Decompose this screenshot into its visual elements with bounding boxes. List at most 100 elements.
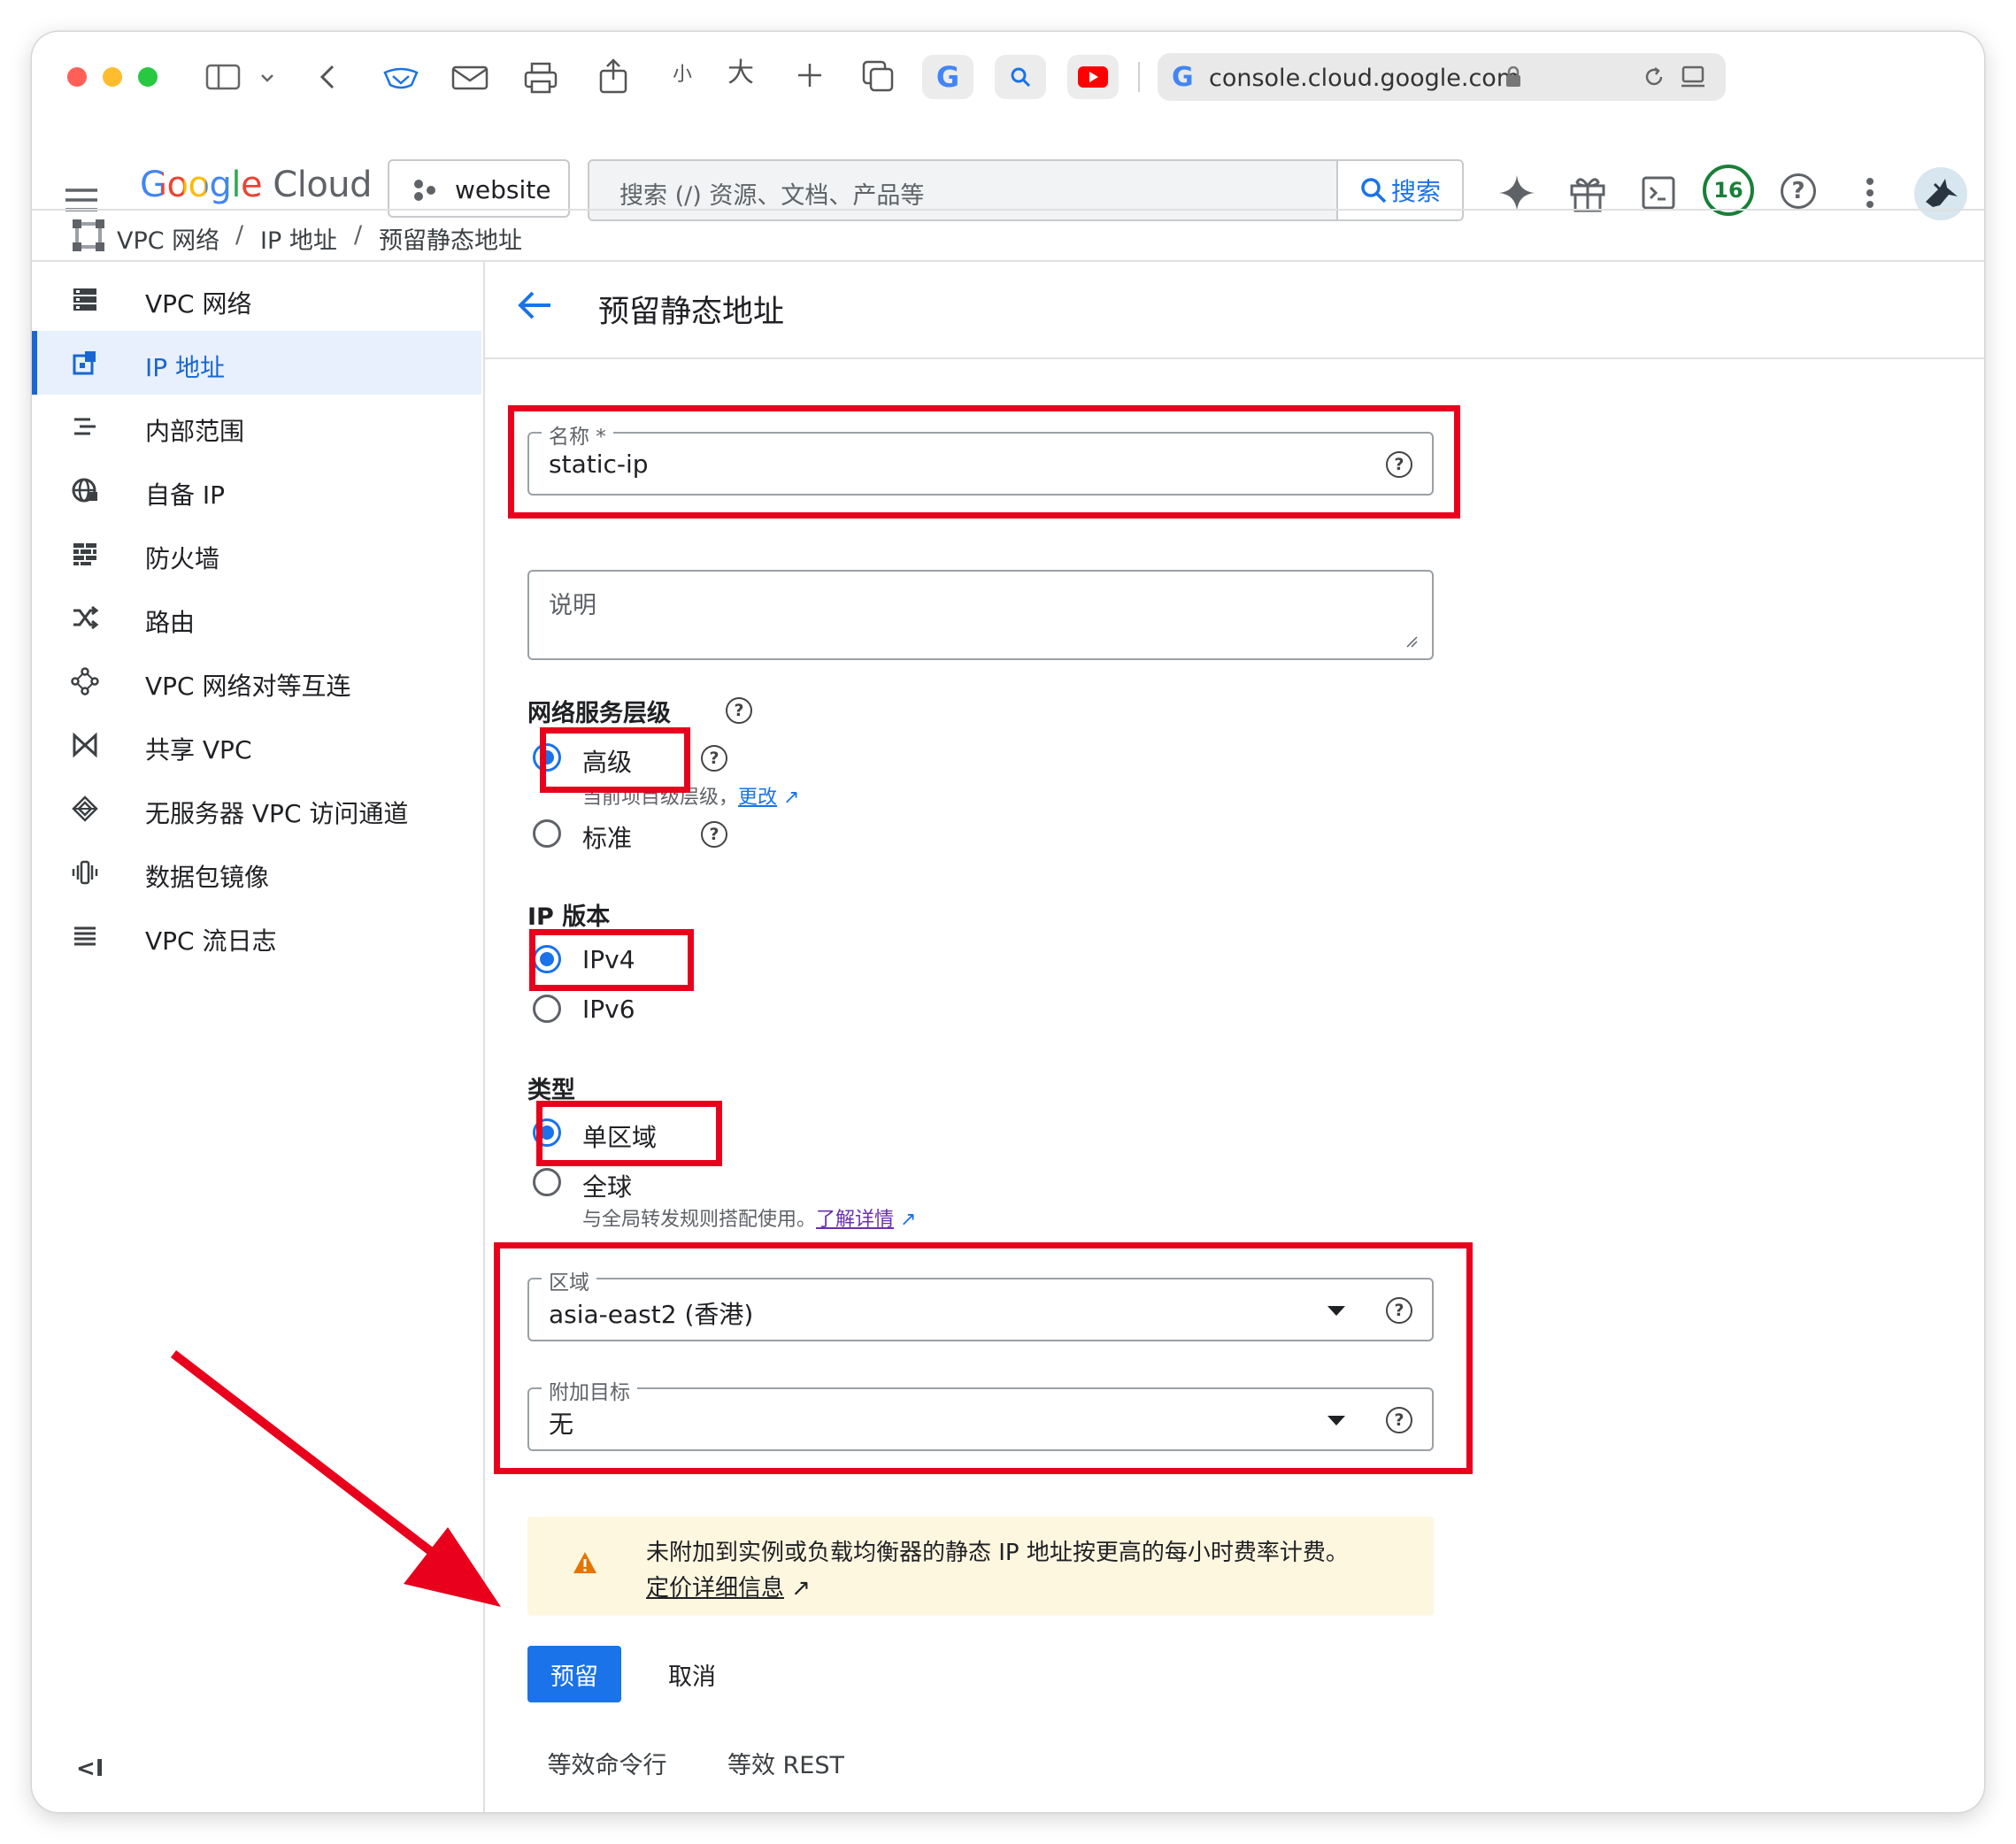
browser-toolbar: 小 大 G G console.cloud.google.com <box>32 32 1984 120</box>
google-g-icon: G <box>935 60 960 94</box>
vpc-product-icon <box>73 219 104 251</box>
youtube-tab-favicon[interactable] <box>1067 55 1119 99</box>
print-icon[interactable] <box>524 62 558 94</box>
standard-help-icon[interactable]: ? <box>701 821 727 848</box>
shield-icon[interactable] <box>382 65 419 90</box>
annotation-highlight-premium <box>540 727 690 793</box>
breadcrumb-separator: / <box>235 221 244 249</box>
breadcrumb-ip-address[interactable]: IP 地址 <box>260 221 337 256</box>
search-icon <box>1011 67 1031 88</box>
global-hint-text: 与全局转发规则搭配使用。 <box>582 1209 817 1231</box>
pricing-link-wrap: 定价详细信息 ↗ <box>646 1570 811 1602</box>
global-radio[interactable] <box>533 1168 561 1196</box>
sidebar-item-label: VPC 网络对等互连 <box>145 672 351 701</box>
sidebar-item-vpc-network[interactable]: VPC 网络 <box>32 267 481 331</box>
sidebar-item-byoip[interactable]: 自备 IP <box>32 458 481 522</box>
ip-version-title: IP 版本 <box>527 903 611 931</box>
change-tier-link[interactable]: 更改 <box>738 787 777 809</box>
collapse-sidebar-button[interactable]: <I <box>76 1756 104 1782</box>
resize-handle-icon[interactable] <box>1405 635 1418 648</box>
sidebar-item-routes[interactable]: 路由 <box>32 586 481 649</box>
page-header: 预留静态地址 <box>485 260 1984 359</box>
terminal-icon[interactable] <box>1641 175 1676 211</box>
description-placeholder: 说明 <box>549 592 596 619</box>
tab-overview-icon[interactable] <box>862 60 894 92</box>
minimize-window-button[interactable] <box>103 67 122 87</box>
premium-help-icon[interactable]: ? <box>701 745 727 772</box>
chevron-down-icon[interactable] <box>260 73 274 83</box>
reserve-button[interactable]: 预留 <box>527 1646 621 1702</box>
internal-ranges-icon <box>74 418 96 435</box>
breadcrumb-vpc[interactable]: VPC 网络 <box>117 221 219 256</box>
close-window-button[interactable] <box>67 67 87 87</box>
sidebar-item-label: 防火墙 <box>145 544 220 573</box>
sidebar-item-peering[interactable]: VPC 网络对等互连 <box>32 649 481 713</box>
back-icon[interactable] <box>319 64 336 90</box>
sidebar-item-label: VPC 网络 <box>145 289 252 319</box>
external-link-icon: ↗ <box>784 1575 812 1602</box>
tier-standard-label: 标准 <box>582 824 633 853</box>
browser-window: 小 大 G G console.cloud.google.com Google … <box>32 32 1984 1812</box>
globe-icon <box>72 478 97 503</box>
gemini-sparkle-icon[interactable] <box>1497 173 1536 212</box>
sidebar-item-ip-address[interactable]: IP 地址 <box>32 331 481 395</box>
firewall-icon <box>73 543 96 565</box>
packet-mirroring-icon <box>72 860 98 885</box>
google-wordmark: Google <box>140 165 263 205</box>
ipv6-radio[interactable] <box>533 995 561 1023</box>
tier-standard-radio[interactable] <box>533 819 561 848</box>
breadcrumb-separator: / <box>354 221 363 249</box>
sidebar-item-label: 内部范围 <box>145 417 245 446</box>
sidebar-toggle-icon[interactable] <box>205 64 241 90</box>
sidebar: VPC 网络 IP 地址 内部范围 自备 IP 防火墙 路由 VPC 网络对等互… <box>32 260 485 1812</box>
sidebar-item-shared-vpc[interactable]: 共享 VPC <box>32 713 481 777</box>
sidebar-item-firewall[interactable]: 防火墙 <box>32 522 481 586</box>
reload-icon[interactable] <box>1643 65 1666 88</box>
sidebar-item-flow-logs[interactable]: VPC 流日志 <box>32 904 481 968</box>
peering-icon <box>71 667 99 695</box>
youtube-icon <box>1078 66 1108 88</box>
equivalent-rest-button[interactable]: 等效 REST <box>706 1736 866 1789</box>
reader-icon[interactable] <box>1680 65 1706 90</box>
more-vert-icon[interactable] <box>1866 177 1874 209</box>
lock-icon <box>1506 66 1520 87</box>
mail-icon[interactable] <box>451 65 489 90</box>
share-icon[interactable] <box>598 58 628 94</box>
network-tier-title: 网络服务层级 <box>527 700 671 727</box>
help-icon[interactable]: ? <box>1781 173 1816 209</box>
sidebar-item-packet-mirroring[interactable]: 数据包镜像 <box>32 841 481 904</box>
cancel-button[interactable]: 取消 <box>644 1646 740 1702</box>
sidebar-item-label: 路由 <box>145 608 196 637</box>
search-button-label: 搜索 <box>1390 177 1441 206</box>
sidebar-item-label: IP 地址 <box>145 353 226 382</box>
pricing-details-link[interactable]: 定价详细信息 <box>646 1575 784 1602</box>
equivalent-command-line-button[interactable]: 等效命令行 <box>527 1736 687 1789</box>
sidebar-item-label: VPC 流日志 <box>145 926 277 956</box>
network-tier-help-icon[interactable]: ? <box>726 697 752 724</box>
project-icon <box>414 180 435 201</box>
address-bar[interactable]: G console.cloud.google.com <box>1158 53 1726 101</box>
shared-vpc-icon <box>73 732 97 758</box>
font-smaller-button[interactable]: 小 <box>673 65 692 85</box>
annotation-highlight-name <box>508 405 1460 519</box>
search-tab-favicon[interactable] <box>995 55 1046 99</box>
maximize-window-button[interactable] <box>138 67 158 87</box>
new-tab-icon[interactable] <box>796 62 823 88</box>
google-tab-favicon[interactable]: G <box>922 55 973 99</box>
sidebar-item-internal-ranges[interactable]: 内部范围 <box>32 395 481 458</box>
sidebar-item-serverless[interactable]: 无服务器 VPC 访问通道 <box>32 777 481 841</box>
font-larger-button[interactable]: 大 <box>727 60 754 87</box>
description-field[interactable]: 说明 <box>527 570 1434 660</box>
warning-text: 未附加到实例或负载均衡器的静态 IP 地址按更高的每小时费率计费。 <box>646 1540 1349 1566</box>
flow-logs-icon <box>74 926 96 946</box>
routes-icon <box>73 605 99 630</box>
gift-icon[interactable] <box>1568 173 1607 212</box>
warning-icon <box>573 1552 596 1573</box>
sidebar-item-label: 共享 VPC <box>145 735 252 764</box>
sidebar-item-label: 无服务器 VPC 访问通道 <box>145 799 409 828</box>
learn-more-link[interactable]: 了解详情 <box>816 1209 894 1231</box>
back-arrow-icon[interactable] <box>517 290 552 320</box>
google-favicon-icon: G <box>1172 62 1194 93</box>
google-cloud-logo[interactable]: Google Cloud <box>140 165 373 205</box>
annotation-highlight-region-target <box>494 1242 1473 1474</box>
